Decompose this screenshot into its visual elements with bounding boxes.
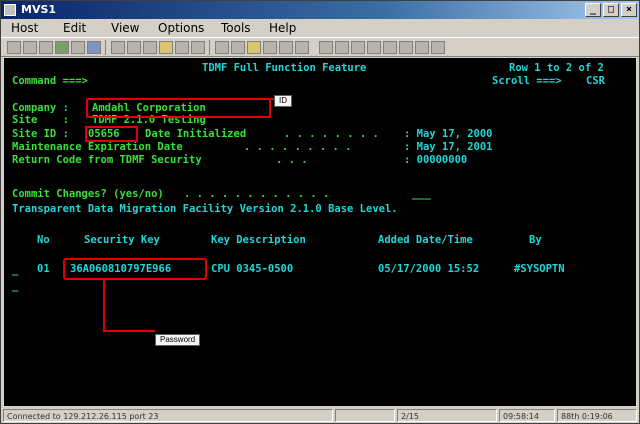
- row-select-field[interactable]: _: [12, 264, 18, 276]
- toolbar-transfer-icon[interactable]: [247, 41, 261, 54]
- toolbar-pa2-icon[interactable]: [399, 41, 413, 54]
- date-initialized-value: : May 17, 2000: [404, 128, 493, 140]
- return-code-label: Return Code from TDMF Security: [12, 154, 202, 166]
- toolbar-help-icon[interactable]: [263, 41, 277, 54]
- maintenance-label: Maintenance Expiration Date: [12, 141, 183, 153]
- return-code-value: : 00000000: [404, 154, 468, 166]
- maximize-button[interactable]: □: [603, 3, 619, 17]
- toolbar-font-icon[interactable]: [215, 41, 229, 54]
- scroll-value-field[interactable]: CSR: [586, 75, 605, 87]
- id-callout: ID: [274, 95, 292, 107]
- toolbar-record-icon[interactable]: [111, 41, 125, 54]
- toolbar: [1, 37, 639, 57]
- toolbar-copy-icon[interactable]: [39, 41, 53, 54]
- security-key-highlight-box: [63, 258, 207, 280]
- toolbar-reset-icon[interactable]: [367, 41, 381, 54]
- toolbar-clear-icon[interactable]: [319, 41, 333, 54]
- col-header-no: No: [37, 234, 50, 246]
- maintenance-value: : May 17, 2001: [404, 141, 493, 153]
- toolbar-settings-icon[interactable]: [231, 41, 245, 54]
- menu-options[interactable]: Options: [158, 19, 204, 37]
- toolbar-connect-icon[interactable]: [279, 41, 293, 54]
- toolbar-cut-icon[interactable]: [23, 41, 37, 54]
- toolbar-macro-icon[interactable]: [159, 41, 173, 54]
- col-header-key-description: Key Description: [211, 234, 306, 246]
- toolbar-sysreq-icon[interactable]: [335, 41, 349, 54]
- password-connector-line: [103, 280, 105, 332]
- window-title: MVS1: [21, 3, 57, 16]
- row-indicator: Row 1 to 2 of 2: [509, 62, 604, 74]
- toolbar-print-icon[interactable]: [7, 41, 21, 54]
- commit-input[interactable]: ___: [412, 188, 431, 200]
- col-header-security-key: Security Key: [84, 234, 160, 246]
- status-bar: Connected to 129.212.26.115 port 23 2/15…: [1, 408, 639, 423]
- toolbar-stop-icon[interactable]: [143, 41, 157, 54]
- toolbar-receive-icon[interactable]: [87, 41, 101, 54]
- toolbar-pa1-icon[interactable]: [383, 41, 397, 54]
- password-connector-line: [103, 330, 155, 332]
- toolbar-keyboard-icon[interactable]: [175, 41, 189, 54]
- company-label: Company :: [12, 102, 69, 114]
- toolbar-divider: [209, 40, 210, 55]
- close-button[interactable]: ×: [621, 3, 637, 17]
- title-bar[interactable]: MVS1 _ □ ×: [1, 1, 639, 19]
- emulator-window: MVS1 _ □ × Host Edit View Options Tools …: [0, 0, 640, 424]
- menu-edit[interactable]: Edit: [63, 19, 86, 37]
- status-session-time: 88th 0:19:06: [557, 409, 637, 422]
- status-connection: Connected to 129.212.26.115 port 23: [3, 409, 333, 422]
- toolbar-enter-icon[interactable]: [415, 41, 429, 54]
- minimize-button[interactable]: _: [585, 3, 601, 17]
- commit-prompt: Commit Changes? (yes/no): [12, 188, 164, 200]
- toolbar-zoom-icon[interactable]: [431, 41, 445, 54]
- col-header-added-date: Added Date/Time: [378, 234, 473, 246]
- commit-dots: . . . . . . . . . . . .: [184, 188, 330, 200]
- row-by: #SYSOPTN: [514, 263, 565, 275]
- maintenance-dots: . . . . . . . . .: [244, 141, 352, 153]
- site-label: Site :: [12, 114, 69, 126]
- cursor-line[interactable]: _: [12, 280, 18, 292]
- scroll-label: Scroll ===>: [492, 75, 562, 87]
- status-time: 09:58:14: [499, 409, 555, 422]
- app-icon: [4, 4, 16, 16]
- row-added-date: 05/17/2000 15:52: [378, 263, 480, 275]
- menu-tools[interactable]: Tools: [221, 19, 251, 37]
- toolbar-disconnect-icon[interactable]: [295, 41, 309, 54]
- menu-host[interactable]: Host: [11, 19, 38, 37]
- menu-view[interactable]: View: [111, 19, 139, 37]
- toolbar-paste-icon[interactable]: [55, 41, 69, 54]
- toolbar-play-icon[interactable]: [127, 41, 141, 54]
- col-header-by: By: [529, 234, 542, 246]
- toolbar-divider: [105, 40, 106, 55]
- site-id-label: Site ID :: [12, 128, 69, 140]
- terminal-screen[interactable]: TDMF Full Function Feature Row 1 to 2 of…: [4, 58, 636, 406]
- status-cursor-pos: 2/15: [397, 409, 497, 422]
- toolbar-send-icon[interactable]: [71, 41, 85, 54]
- menu-bar: Host Edit View Options Tools Help: [1, 19, 639, 37]
- toolbar-color-icon[interactable]: [191, 41, 205, 54]
- company-highlight-box: [86, 98, 271, 118]
- date-initialized-label: Date Initialized: [145, 128, 247, 140]
- command-label: Command ===>: [12, 75, 88, 87]
- screen-header-title: TDMF Full Function Feature: [202, 62, 367, 74]
- version-line: Transparent Data Migration Facility Vers…: [12, 203, 398, 215]
- return-code-dots: . . .: [276, 154, 308, 166]
- site-id-highlight-box: [85, 126, 138, 142]
- row-key-description: CPU 0345-0500: [211, 263, 294, 275]
- password-callout: Password: [155, 334, 201, 346]
- status-spacer: [335, 409, 395, 422]
- date-initialized-dots: . . . . . . . .: [284, 128, 379, 140]
- toolbar-attn-icon[interactable]: [351, 41, 365, 54]
- menu-help[interactable]: Help: [269, 19, 296, 37]
- row-no: 01: [37, 263, 50, 275]
